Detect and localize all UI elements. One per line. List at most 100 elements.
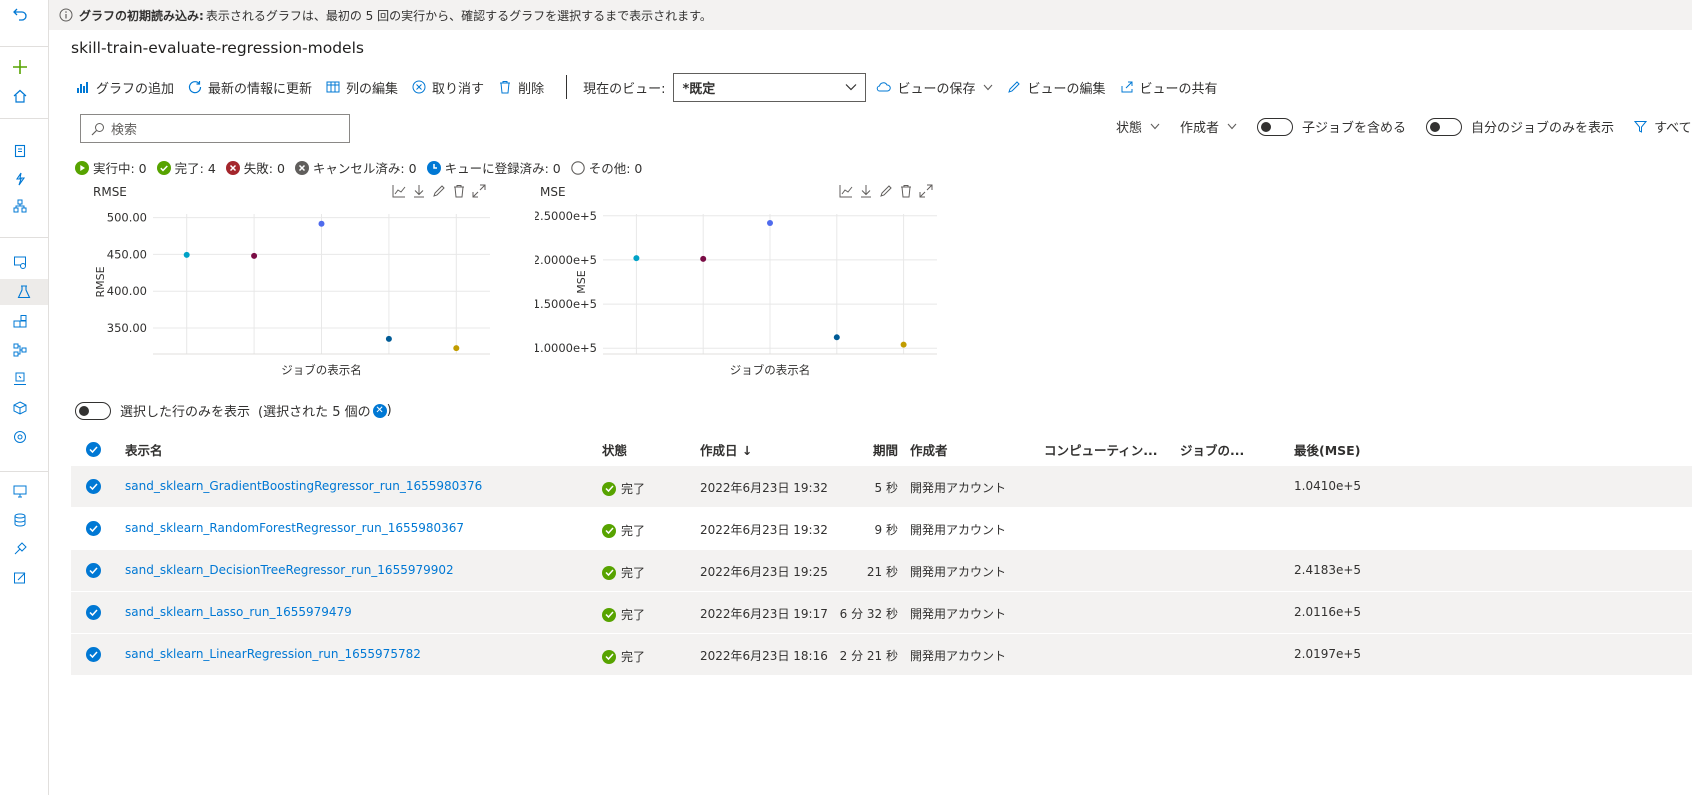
components-icon[interactable] [11,313,29,331]
share-view-label: ビューの共有 [1139,81,1218,97]
expand-icon[interactable] [472,184,486,198]
endpoints-icon[interactable] [11,428,29,446]
edit-columns-button[interactable]: 列の編集 [326,78,398,97]
header-job-type[interactable]: ジョブの... [1180,440,1244,459]
check-circle-icon [602,523,616,538]
home-icon[interactable] [11,87,29,105]
data-point [633,255,640,262]
only-my-jobs-toggle[interactable]: 自分のジョブのみを表示 [1426,117,1614,136]
search-input[interactable]: 検索 [80,114,350,143]
back-icon[interactable] [11,5,29,23]
header-created-by[interactable]: 作成者 [910,440,948,459]
table-row[interactable]: sand_sklearn_LinearRegression_run_165597… [71,634,1692,676]
jobs-flask-icon[interactable] [0,279,48,305]
job-name-link[interactable]: sand_sklearn_LinearRegression_run_165597… [125,647,421,661]
save-view-button[interactable]: ビューの保存 [876,78,993,97]
trash-icon[interactable] [452,184,466,198]
compute-icon[interactable] [11,482,29,500]
job-name-link[interactable]: sand_sklearn_RandomForestRegressor_run_1… [125,521,464,535]
delete-label: 削除 [518,81,545,97]
add-chart-button[interactable]: グラフの追加 [76,78,174,97]
duration: 5 秒 [874,481,898,495]
datastores-icon[interactable] [11,511,29,529]
table-row[interactable]: sand_sklearn_RandomForestRegressor_run_1… [71,508,1692,550]
job-name-link[interactable]: sand_sklearn_Lasso_run_1655979479 [125,605,352,619]
trash-icon[interactable] [899,184,913,198]
info-icon [59,8,73,22]
y-axis-label: RMSE [94,266,107,297]
status-completed-label: 完了: 4 [174,161,216,176]
pencil-icon[interactable] [432,184,446,198]
status-filter-label: 状態 [1116,121,1143,136]
all-filters-button[interactable]: すべての [1634,117,1692,136]
labeling-icon[interactable] [11,569,29,587]
canceled-circle-icon [294,160,309,175]
new-plus-icon[interactable] [11,58,29,76]
job-name-link[interactable]: sand_sklearn_DecisionTreeRegressor_run_1… [125,563,454,577]
line-chart-icon[interactable] [392,184,406,198]
header-display-name[interactable]: 表示名 [125,440,163,459]
last-mse: 1.0410e+5 [1294,479,1362,493]
line-chart-icon[interactable] [839,184,853,198]
table-row[interactable]: sand_sklearn_Lasso_run_1655979479 完了 202… [71,592,1692,634]
data-icon[interactable] [11,253,29,271]
selected-close-paren: ) [386,403,392,418]
data-point [183,251,190,258]
current-view-dropdown[interactable]: *既定 [673,72,867,102]
status-filter-dropdown[interactable]: 状態 [1116,117,1160,136]
refresh-button[interactable]: 最新の情報に更新 [188,78,312,97]
header-created[interactable]: 作成日 ↓ [700,440,752,459]
status-other[interactable]: その他: 0 [570,158,642,177]
duration: 9 秒 [874,523,898,537]
row-checkbox[interactable] [86,563,101,578]
delete-button[interactable]: 削除 [498,78,544,97]
toggle-switch[interactable] [1257,117,1294,136]
pencil-icon[interactable] [879,184,893,198]
created-by-filter-dropdown[interactable]: 作成者 [1180,117,1237,136]
automl-icon[interactable] [11,170,29,188]
pipelines-icon[interactable] [11,341,29,359]
created-by: 開発用アカウント [910,649,1007,663]
include-child-jobs-toggle[interactable]: 子ジョブを含める [1257,117,1406,136]
clear-selection-icon[interactable]: ✕ [372,403,387,418]
y-tick-label: 400.00 [107,284,147,298]
only-my-jobs-label: 自分のジョブのみを表示 [1471,121,1615,136]
toggle-switch[interactable] [1426,117,1463,136]
edit-view-button[interactable]: ビューの編集 [1007,78,1106,97]
row-checkbox[interactable] [86,647,101,662]
download-icon[interactable] [859,184,873,198]
last-mse: 2.0197e+5 [1294,647,1362,661]
status-failed[interactable]: 失敗: 0 [225,158,285,177]
search-icon [91,122,105,136]
notebook-icon[interactable] [11,142,29,160]
row-checkbox[interactable] [86,521,101,536]
job-name-link[interactable]: sand_sklearn_GradientBoostingRegressor_r… [125,479,482,493]
row-checkbox[interactable] [86,479,101,494]
status-running[interactable]: 実行中: 0 [75,158,147,177]
y-tick-label: 500.00 [107,211,147,225]
header-last-mse[interactable]: 最後(MSE) [1294,440,1360,459]
share-view-button[interactable]: ビューの共有 [1120,78,1218,97]
duration: 21 秒 [866,565,898,579]
download-icon[interactable] [412,184,426,198]
status-completed[interactable]: 完了: 4 [156,158,216,177]
expand-icon[interactable] [919,184,933,198]
designer-icon[interactable] [11,197,29,215]
row-checkbox[interactable] [86,605,101,620]
selected-only-toggle[interactable] [75,401,111,420]
select-all-checkbox[interactable] [86,442,101,457]
models-icon[interactable] [11,399,29,417]
status-queued[interactable]: キューに登録済み: 0 [426,158,561,177]
cancel-button[interactable]: 取り消す [412,78,484,97]
status-canceled[interactable]: キャンセル済み: 0 [294,158,417,177]
data-point [453,345,460,352]
header-duration[interactable]: 期間 [848,440,898,459]
table-row[interactable]: sand_sklearn_DecisionTreeRegressor_run_1… [71,550,1692,592]
all-filters-label: すべての [1654,121,1692,136]
linked-services-icon[interactable] [11,540,29,558]
table-row[interactable]: sand_sklearn_GradientBoostingRegressor_r… [71,466,1692,508]
header-status[interactable]: 状態 [602,440,627,459]
chevron-down-icon [1227,123,1237,130]
environments-icon[interactable] [11,370,29,388]
header-compute[interactable]: コンピューティン... [1044,440,1158,459]
